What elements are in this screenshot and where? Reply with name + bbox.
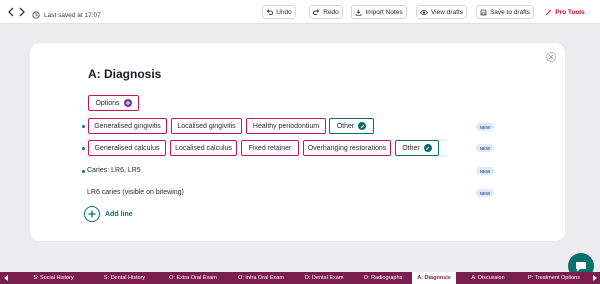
chip-other-row2[interactable]: Other [395, 140, 439, 156]
section-title: A: Diagnosis [88, 67, 162, 81]
new-badge: NEW [476, 123, 494, 131]
add-line-button[interactable]: Add line [84, 206, 133, 222]
eye-icon [419, 9, 428, 16]
tab-scroll-left-icon[interactable] [1, 272, 11, 284]
wand-icon [545, 9, 552, 16]
save-icon [480, 9, 487, 16]
tab-dental-history[interactable]: S: Dental History [91, 272, 158, 284]
chip-localised-gingivitis[interactable]: Localised gingivitis [171, 118, 242, 134]
diagnosis-card: A: Diagnosis Options Generalised gingivi… [30, 43, 565, 241]
pencil-icon [358, 122, 367, 130]
tab-radiographs[interactable]: O: Radiographs [354, 272, 412, 284]
tab-scroll-right-icon[interactable] [589, 272, 599, 284]
options-label: Options [95, 99, 120, 107]
plus-icon [84, 206, 100, 222]
top-toolbar: Last saved at 17:07 Undo Redo Import Not… [0, 0, 600, 24]
close-icon[interactable] [546, 52, 556, 62]
tab-social-history[interactable]: S: Social History [17, 272, 90, 284]
undo-icon [266, 8, 274, 16]
pro-tools-button[interactable]: Pro Tools [538, 5, 592, 19]
caries-line[interactable]: Caries: LR6, LR5 [87, 167, 141, 174]
save-to-drafts-label: Save to drafts [489, 8, 531, 16]
chip-overhanging-restorations[interactable]: Overhanging restorations [303, 140, 391, 156]
view-drafts-label: View drafts [430, 8, 464, 16]
save-to-drafts-button[interactable]: Save to drafts [476, 5, 534, 19]
redo-label: Redo [323, 8, 339, 16]
tab-intra-oral-exam[interactable]: O: Intra Oral Exam [228, 272, 294, 284]
tab-extra-oral-exam[interactable]: O: Extra Oral Exam [158, 272, 228, 284]
import-notes-button[interactable]: Import Notes [351, 5, 407, 19]
arrow-left-icon[interactable] [6, 7, 16, 17]
row-bullet [82, 147, 85, 150]
pencil-icon [423, 144, 432, 152]
import-icon [355, 9, 362, 16]
last-saved-text: Last saved at 17:07 [44, 11, 101, 19]
options-button[interactable]: Options [88, 95, 139, 111]
other-label: Other [402, 144, 420, 152]
new-badge: NEW [476, 167, 494, 175]
add-line-label: Add line [105, 210, 133, 218]
row-bullet [82, 170, 85, 173]
view-drafts-button[interactable]: View drafts [416, 5, 467, 19]
chip-generalised-calculus[interactable]: Generalised calculus [88, 140, 166, 156]
tab-discussion[interactable]: A: Discussion [456, 272, 520, 284]
tab-dental-exam[interactable]: O: Dental Exam [294, 272, 354, 284]
pro-tools-label: Pro Tools [555, 8, 585, 16]
undo-button[interactable]: Undo [262, 5, 296, 19]
redo-button[interactable]: Redo [309, 5, 343, 19]
gear-icon [123, 99, 132, 107]
chip-healthy-periodontium[interactable]: Healthy periodontium [246, 118, 326, 134]
new-badge: NEW [476, 189, 494, 197]
tab-diagnosis[interactable]: A: Diagnosis [412, 272, 456, 284]
row-bullet [82, 125, 85, 128]
import-notes-label: Import Notes [365, 8, 403, 16]
tab-treatment-options[interactable]: P: Treatment Options [520, 272, 588, 284]
other-label: Other [336, 122, 355, 130]
section-tab-bar: S: Social History S: Dental History O: E… [0, 272, 600, 284]
new-badge: NEW [476, 144, 494, 152]
clock-icon [32, 6, 40, 24]
chip-localised-calculus[interactable]: Localised calculus [170, 140, 237, 156]
chip-other-row1[interactable]: Other [329, 118, 374, 134]
last-saved-status: Last saved at 17:07 [32, 6, 101, 24]
caries-note-line[interactable]: LR6 caries (visible on bitewing) [87, 189, 184, 196]
redo-icon [313, 8, 320, 16]
undo-label: Undo [276, 8, 292, 16]
chip-generalised-gingivitis[interactable]: Generalised gingivitis [88, 118, 167, 134]
chip-fixed-retainer[interactable]: Fixed retainer [241, 140, 299, 156]
arrow-right-icon[interactable] [17, 7, 27, 17]
